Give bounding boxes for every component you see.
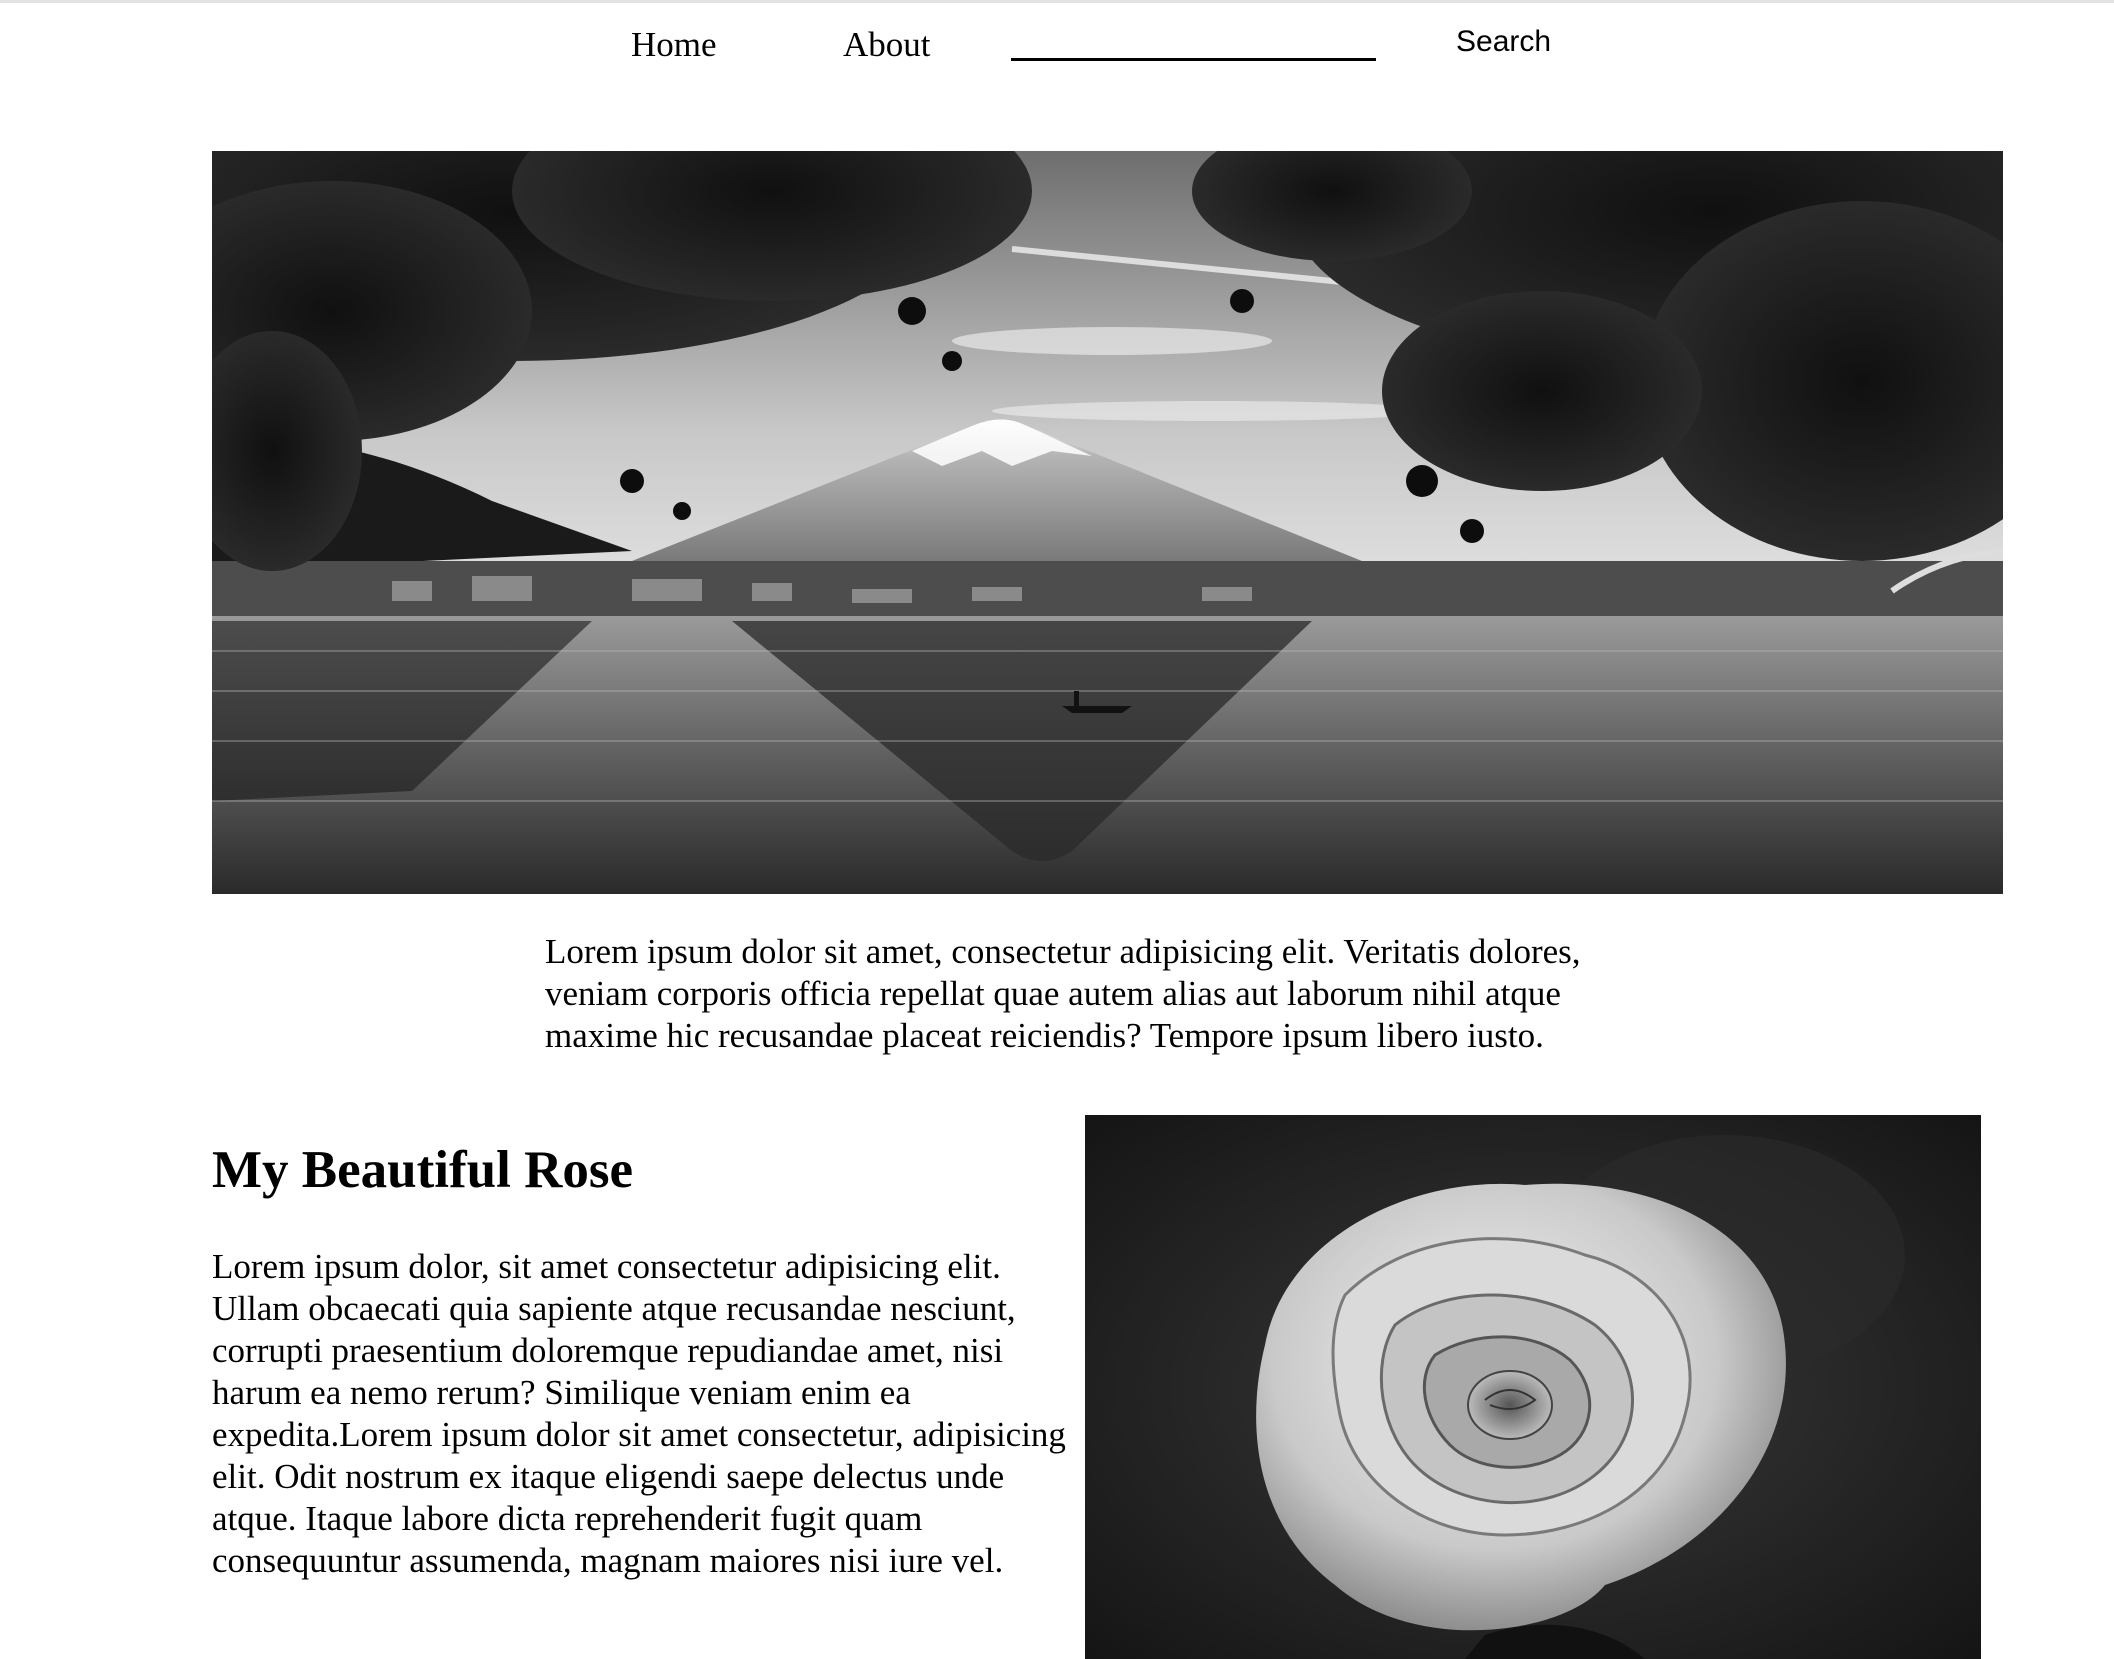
hero-mountain-lake-image [212,151,2003,894]
rose-section-text: Lorem ipsum dolor, sit amet consectetur … [212,1247,1066,1580]
nav-link-home[interactable]: Home [631,22,717,67]
hero-caption: Lorem ipsum dolor sit amet, consectetur … [545,932,1581,1055]
rose-image [1085,1115,1981,1659]
search-input[interactable] [1011,20,1376,61]
nav-link-about[interactable]: About [843,22,931,67]
top-border [0,0,2114,3]
rose-section-title: My Beautiful Rose [212,1141,634,1199]
search-button[interactable]: Search [1440,20,1567,64]
